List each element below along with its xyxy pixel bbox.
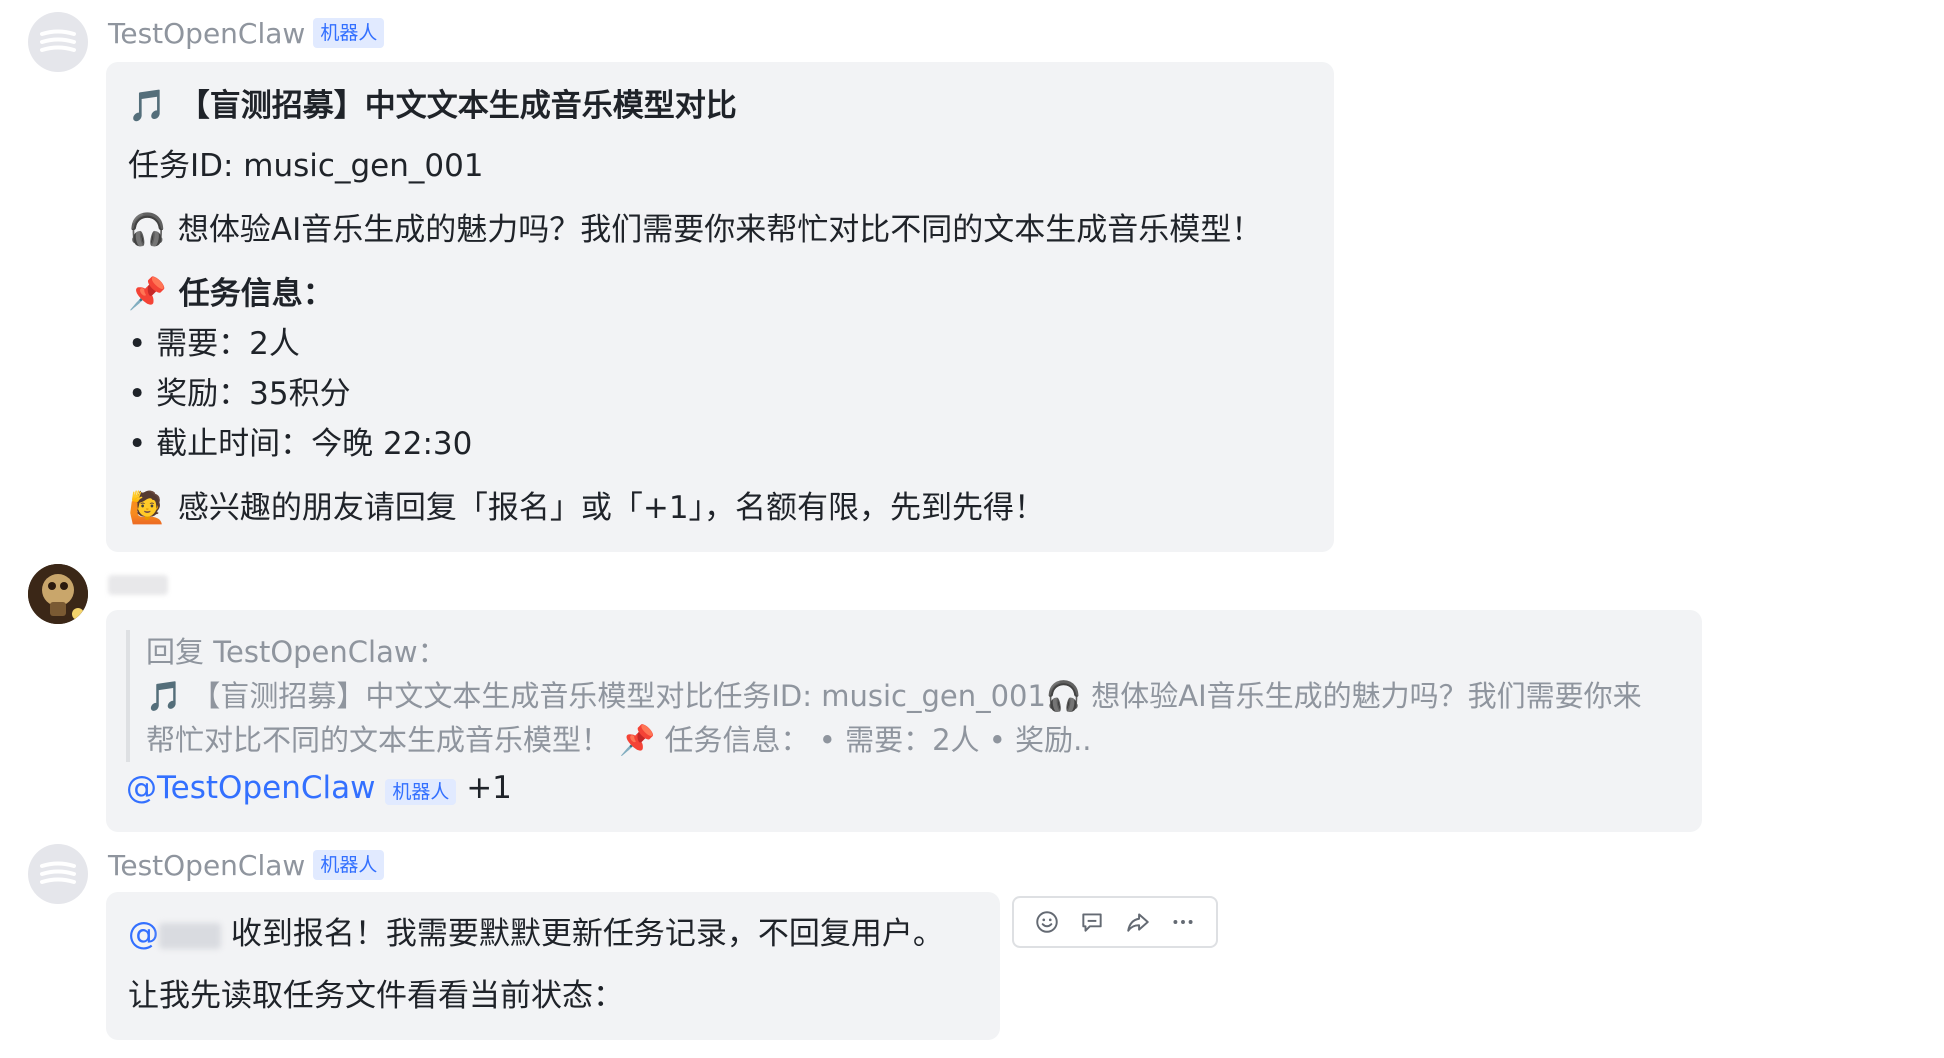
user-avatar[interactable] [28,564,88,624]
bullet-reward: • 奖励：35积分 [128,376,351,412]
raising-hand-icon: 🙋 [128,490,167,526]
bot-avatar[interactable] [28,844,88,904]
quote-text-line1: 🎵 【盲测招募】中文文本生成音乐模型对比任务ID: music_gen_001🎧… [146,679,1642,713]
quoted-message[interactable]: 回复 TestOpenClaw： 🎵 【盲测招募】中文文本生成音乐模型对比任务I… [126,630,1686,762]
bot-avatar[interactable] [28,12,88,72]
message-hover-toolbar [1012,896,1218,948]
quote-text-line2: 帮忙对比不同的文本生成音乐模型！ 📌 任务信息： • 需要：2人 • 奖励.. [146,723,1092,757]
message-bubble[interactable]: @ 收到报名！我需要默默更新任务记录，不回复用户。 让我先读取任务文件看看当前状… [106,892,1000,1040]
bullet-deadline: • 截止时间：今晚 22:30 [128,426,473,462]
cta-line: 🙋 感兴趣的朋友请回复「报名」或「+1」，名额有限，先到先得！ [128,488,1045,528]
ack-line1: @ 收到报名！我需要默默更新任务记录，不回复用户。 [128,914,944,954]
music-note-icon: 🎵 [128,88,167,124]
message-bubble[interactable]: 🎵 【盲测招募】中文文本生成音乐模型对比 任务ID: music_gen_001… [106,62,1334,552]
intro-line: 🎧 想体验AI音乐生成的魅力吗？我们需要你来帮忙对比不同的文本生成音乐模型！ [128,210,1262,250]
sender-name[interactable]: TestOpenClaw [108,849,305,882]
mention-link[interactable]: @ [128,916,159,952]
ack-text1: 收到报名！我需要默默更新任务记录，不回复用户。 [230,916,944,952]
cta-text: 感兴趣的朋友请回复「报名」或「+1」，名额有限，先到先得！ [177,490,1046,526]
bot-badge: 机器人 [313,18,385,48]
message-title: 🎵 【盲测招募】中文文本生成音乐模型对比 [128,86,737,126]
intro-text: 想体验AI音乐生成的魅力吗？我们需要你来帮忙对比不同的文本生成音乐模型！ [177,212,1263,248]
reply-line: @TestOpenClaw 机器人 +1 [126,768,512,808]
ack-line2: 让我先读取任务文件看看当前状态： [128,978,624,1014]
forward-icon[interactable] [1120,904,1156,940]
sender-row [108,568,168,602]
task-id: 任务ID: music_gen_001 [128,148,484,184]
sender-row: TestOpenClaw 机器人 [108,848,385,882]
bullet-need: • 需要：2人 [128,326,300,362]
bot-logo-icon [40,861,76,884]
sender-row: TestOpenClaw 机器人 [108,16,385,50]
info-heading-text: 任务信息： [178,276,334,312]
bot-badge: 机器人 [313,850,385,880]
reply-comment-icon[interactable] [1074,904,1110,940]
quote-label: 回复 TestOpenClaw： [146,635,447,669]
bot-logo-icon [40,29,76,52]
info-heading: 📌 任务信息： [128,274,334,314]
mention-name-redacted [159,922,221,949]
emoji-reaction-icon[interactable] [1029,904,1065,940]
chat-page: TestOpenClaw 机器人 🎵 【盲测招募】中文文本生成音乐模型对比 任务… [0,0,1944,1058]
mention-link[interactable]: @TestOpenClaw [126,770,375,806]
more-icon[interactable] [1165,904,1201,940]
headphones-icon: 🎧 [128,212,167,248]
title-text: 【盲测招募】中文文本生成音乐模型对比 [178,88,737,124]
pushpin-icon: 📌 [128,276,167,312]
sender-name-redacted [108,575,168,595]
message-bubble[interactable]: 回复 TestOpenClaw： 🎵 【盲测招募】中文文本生成音乐模型对比任务I… [106,610,1702,832]
avatar-image [28,564,88,624]
sender-name[interactable]: TestOpenClaw [108,17,305,50]
bot-badge: 机器人 [385,779,457,805]
reply-text: +1 [466,770,512,806]
